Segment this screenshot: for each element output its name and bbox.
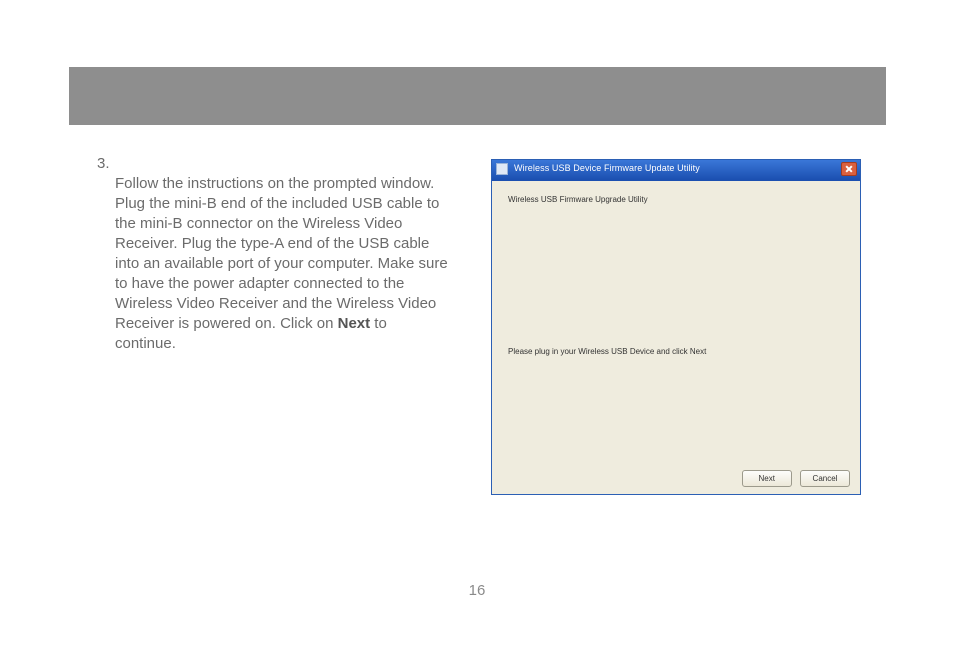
dialog-body: Wireless USB Firmware Upgrade Utility Pl…: [492, 181, 860, 495]
step-paragraph: Follow the instructions on the prompted …: [115, 174, 449, 354]
dialog-heading: Wireless USB Firmware Upgrade Utility: [508, 195, 648, 204]
instruction-step: 3. Follow the instructions on the prompt…: [97, 154, 449, 354]
dialog-titlebar: Wireless USB Device Firmware Update Util…: [492, 160, 860, 181]
dialog-button-row: Next Cancel: [736, 470, 850, 487]
manual-page: 3. Follow the instructions on the prompt…: [0, 0, 954, 665]
close-icon[interactable]: [841, 162, 857, 176]
cancel-button[interactable]: Cancel: [800, 470, 850, 487]
step-text-bold: Next: [338, 315, 371, 332]
section-header-bar: [69, 67, 886, 125]
step-number: 3.: [97, 154, 112, 174]
next-button[interactable]: Next: [742, 470, 792, 487]
dialog-message: Please plug in your Wireless USB Device …: [508, 347, 706, 356]
page-number: 16: [0, 582, 954, 599]
step-text-pre: Follow the instructions on the prompted …: [115, 175, 448, 332]
app-icon: [496, 163, 508, 175]
dialog-title: Wireless USB Device Firmware Update Util…: [514, 163, 700, 173]
dialog-screenshot: Wireless USB Device Firmware Update Util…: [491, 159, 861, 495]
